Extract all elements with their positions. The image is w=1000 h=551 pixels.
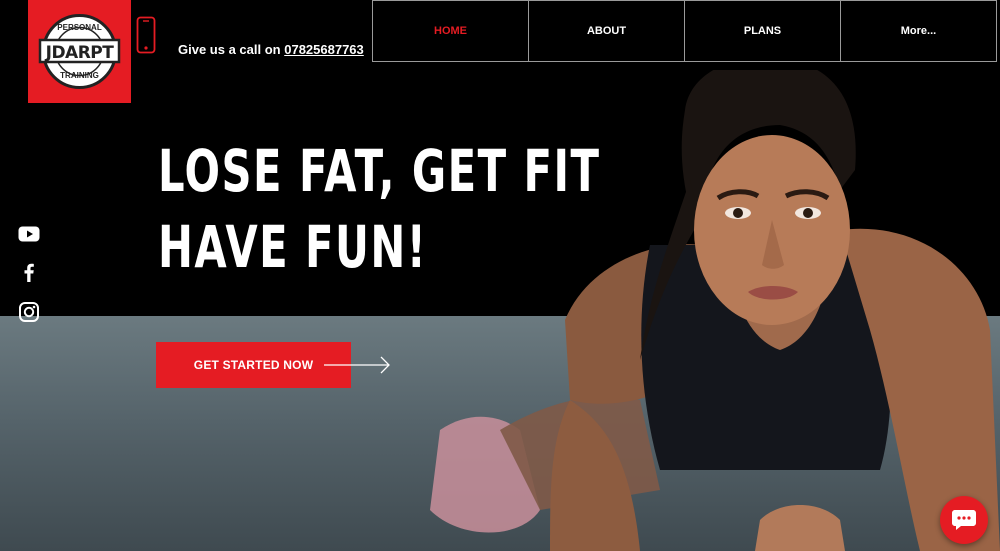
nav-item-home[interactable]: HOME	[372, 0, 529, 62]
get-started-button[interactable]: GET STARTED NOW	[156, 342, 351, 388]
hero-headline-line2: HAVE FUN!	[158, 213, 428, 281]
arrow-right-icon	[324, 356, 390, 374]
facebook-icon[interactable]	[18, 261, 40, 283]
svg-text:TRAINING: TRAINING	[60, 71, 99, 80]
nav-item-plans[interactable]: PLANS	[684, 0, 841, 62]
instagram-icon[interactable]	[18, 301, 40, 323]
hero-headline: LOSE FAT, GET FIT HAVE FUN!	[158, 133, 600, 285]
hero-headline-line1: LOSE FAT, GET FIT	[158, 137, 601, 205]
youtube-icon[interactable]	[18, 223, 40, 245]
call-info: Give us a call on 07825687763	[178, 42, 364, 57]
phone-icon	[136, 16, 156, 54]
chat-bubble-icon	[952, 510, 976, 530]
logo-badge-icon: PERSONAL JDARPT TRAINING	[38, 14, 121, 89]
svg-text:PERSONAL: PERSONAL	[57, 23, 102, 32]
nav-item-about[interactable]: ABOUT	[528, 0, 685, 62]
svg-text:JDARPT: JDARPT	[45, 43, 115, 63]
nav-item-more[interactable]: More...	[840, 0, 997, 62]
phone-number-link[interactable]: 07825687763	[284, 42, 364, 57]
call-label: Give us a call on	[178, 42, 281, 57]
main-nav: HOME ABOUT PLANS More...	[372, 0, 1000, 63]
chat-button[interactable]	[940, 496, 988, 544]
brand-logo[interactable]: PERSONAL JDARPT TRAINING	[28, 0, 131, 103]
